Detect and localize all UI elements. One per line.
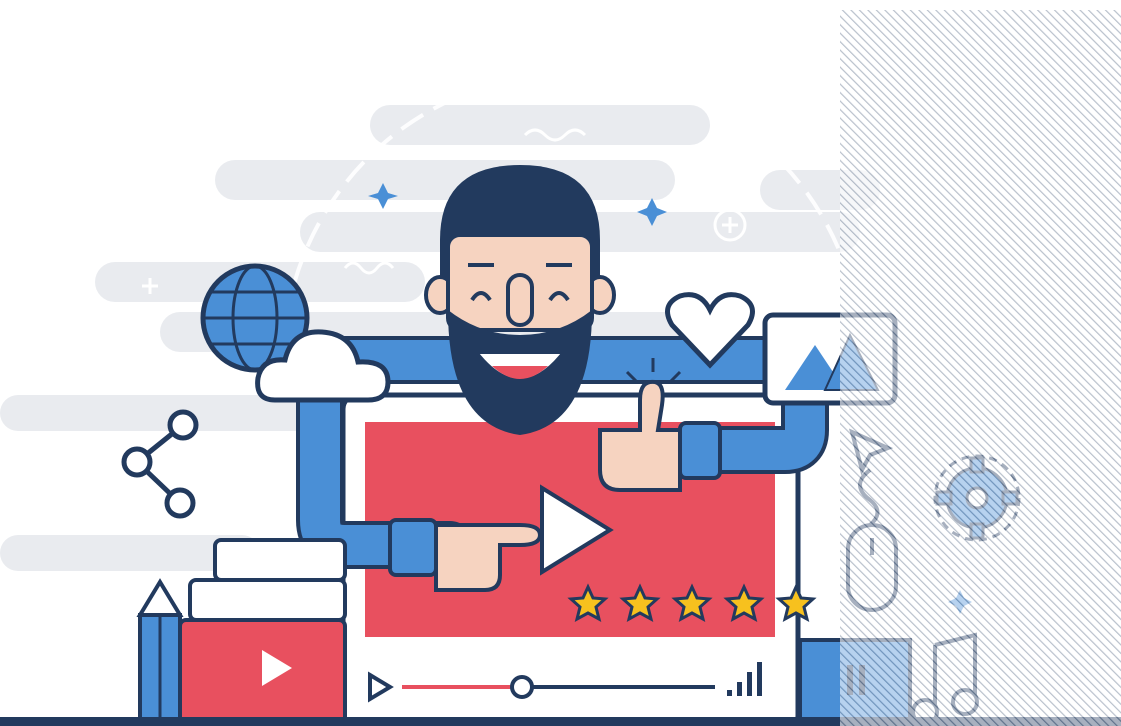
pencil-icon — [136, 578, 184, 726]
progress-handle — [510, 675, 534, 699]
illustration-svg — [0, 0, 1121, 726]
illustration-stage — [0, 0, 1121, 726]
hatched-panel — [840, 10, 1121, 726]
